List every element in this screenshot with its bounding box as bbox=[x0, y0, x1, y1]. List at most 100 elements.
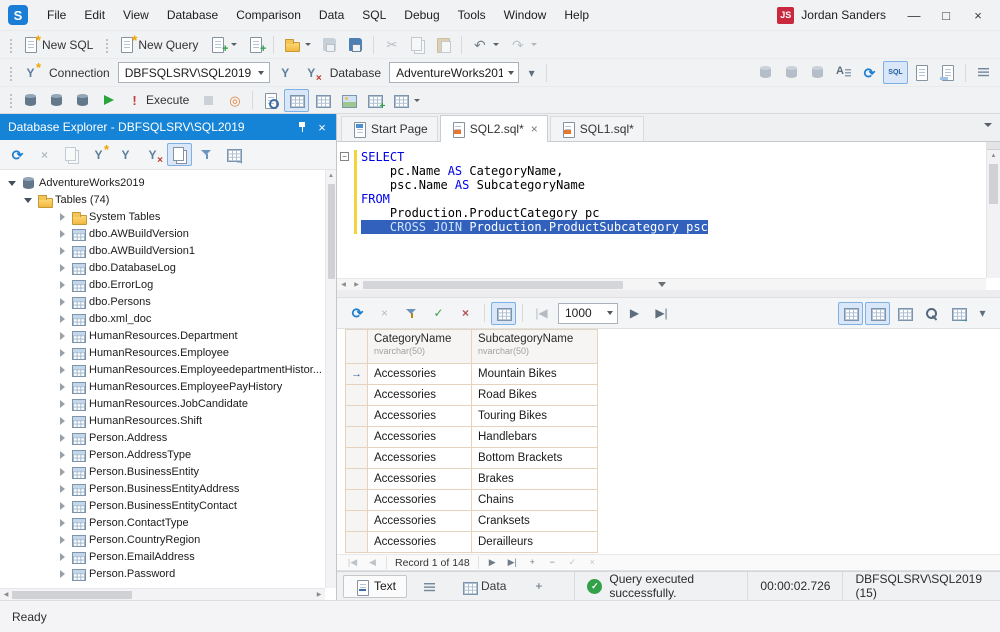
tree-item[interactable]: Person.CountryRegion bbox=[0, 531, 325, 548]
tree-item[interactable]: HumanResources.EmployeedepartmentHistor.… bbox=[0, 361, 325, 378]
paging-mode-button[interactable] bbox=[491, 302, 516, 325]
connection-combo[interactable]: DBFSQLSRV\SQL2019 bbox=[118, 62, 270, 83]
tree-item[interactable]: Person.BusinessEntityContact bbox=[0, 497, 325, 514]
scroll-left-icon[interactable]: ◀ bbox=[337, 279, 350, 291]
expand-arrow-icon[interactable] bbox=[56, 449, 68, 461]
text-tab[interactable]: Text bbox=[343, 575, 407, 598]
results-menu-button[interactable] bbox=[973, 302, 992, 325]
tree-item[interactable]: System Tables bbox=[0, 208, 325, 225]
column-header[interactable]: CategoryNamenvarchar(50) bbox=[368, 330, 472, 364]
editor-horizontal-scrollbar[interactable]: ◀ ▶ bbox=[337, 278, 986, 290]
redo-button[interactable] bbox=[505, 33, 542, 56]
tree-item[interactable]: Person.EmailAddress bbox=[0, 548, 325, 565]
expand-arrow-icon[interactable] bbox=[56, 211, 68, 223]
tree-item[interactable]: HumanResources.EmployeePayHistory bbox=[0, 378, 325, 395]
expand-arrow-icon[interactable] bbox=[56, 500, 68, 512]
recent-databases-button[interactable] bbox=[522, 61, 541, 84]
query-builder-button[interactable] bbox=[70, 89, 95, 112]
tab-close-icon[interactable]: × bbox=[531, 122, 538, 136]
refresh-button[interactable] bbox=[5, 143, 30, 166]
tree-item[interactable]: Person.Address bbox=[0, 429, 325, 446]
pivot-table-button[interactable] bbox=[362, 89, 387, 112]
filter-button[interactable] bbox=[194, 143, 219, 166]
menu-debug[interactable]: Debug bbox=[395, 4, 448, 26]
menu-tools[interactable]: Tools bbox=[449, 4, 495, 26]
clear-filter-button[interactable] bbox=[453, 302, 478, 325]
custom-filter-button[interactable] bbox=[399, 302, 424, 325]
expand-arrow-icon[interactable] bbox=[56, 347, 68, 359]
grid-cell[interactable]: Bottom Brackets bbox=[472, 448, 598, 469]
explorer-horizontal-scrollbar[interactable]: ◀ ▶ bbox=[0, 588, 325, 600]
grid-cell[interactable]: Accessories bbox=[368, 364, 472, 385]
delete-record-button[interactable] bbox=[543, 555, 562, 570]
pin-icon[interactable] bbox=[294, 119, 310, 135]
post-edit-button[interactable] bbox=[563, 555, 582, 570]
cancel-refresh-button[interactable] bbox=[372, 302, 397, 325]
attach-database-button[interactable] bbox=[18, 89, 43, 112]
chevron-down-icon[interactable] bbox=[254, 63, 269, 82]
grid-cell[interactable]: Chains bbox=[472, 490, 598, 511]
scroll-right-icon[interactable]: ▶ bbox=[313, 589, 325, 601]
export-data-button[interactable] bbox=[946, 302, 971, 325]
menu-sql[interactable]: SQL bbox=[353, 4, 395, 26]
expand-arrow-icon[interactable] bbox=[56, 517, 68, 529]
grid-cell[interactable]: Touring Bikes bbox=[472, 406, 598, 427]
tree-item[interactable]: Person.Password bbox=[0, 565, 325, 582]
connect-button[interactable] bbox=[113, 143, 138, 166]
menu-database[interactable]: Database bbox=[158, 4, 227, 26]
database-designer-button[interactable] bbox=[44, 89, 69, 112]
expand-arrow-icon[interactable] bbox=[56, 415, 68, 427]
disconnect-button[interactable] bbox=[140, 143, 165, 166]
tree-item[interactable]: dbo.xml_doc bbox=[0, 310, 325, 327]
grid-row[interactable]: AccessoriesChains bbox=[346, 490, 598, 511]
grid-cell[interactable]: Brakes bbox=[472, 469, 598, 490]
menu-view[interactable]: View bbox=[114, 4, 158, 26]
grid-cell[interactable]: Accessories bbox=[368, 490, 472, 511]
results-pane-button[interactable] bbox=[310, 89, 335, 112]
new-document-button[interactable] bbox=[205, 33, 242, 56]
scroll-up-icon[interactable]: ▲ bbox=[987, 150, 1000, 162]
tree-item[interactable]: dbo.AWBuildVersion1 bbox=[0, 242, 325, 259]
user-badge[interactable]: JS Jordan Sanders bbox=[777, 7, 886, 24]
apply-filter-button[interactable] bbox=[426, 302, 451, 325]
object-details-button[interactable] bbox=[221, 143, 246, 166]
paste-button[interactable] bbox=[431, 33, 456, 56]
sql2-tab[interactable]: SQL2.sql*× bbox=[440, 115, 548, 142]
tree-item[interactable]: AdventureWorks2019 bbox=[0, 174, 325, 191]
split-editor-handle[interactable] bbox=[987, 142, 1000, 150]
menu-window[interactable]: Window bbox=[495, 4, 556, 26]
tree-item[interactable]: HumanResources.Employee bbox=[0, 344, 325, 361]
grid-cell[interactable]: Accessories bbox=[368, 448, 472, 469]
expand-arrow-icon[interactable] bbox=[56, 432, 68, 444]
menu-edit[interactable]: Edit bbox=[75, 4, 114, 26]
tree-item[interactable]: Tables (74) bbox=[0, 191, 325, 208]
refresh-button[interactable] bbox=[857, 61, 882, 84]
menu-help[interactable]: Help bbox=[555, 4, 598, 26]
expand-arrow-icon[interactable] bbox=[56, 534, 68, 546]
scrollbar-thumb[interactable] bbox=[989, 164, 998, 204]
expand-arrow-icon[interactable] bbox=[56, 466, 68, 478]
save-button[interactable] bbox=[317, 33, 342, 56]
new-query-button[interactable]: New Query bbox=[114, 33, 204, 56]
last-record-button[interactable] bbox=[503, 555, 522, 570]
column-header[interactable]: SubcategoryNamenvarchar(50) bbox=[472, 330, 598, 364]
window-layout-button[interactable] bbox=[388, 89, 425, 112]
open-file-button[interactable] bbox=[279, 33, 316, 56]
export-image-button[interactable] bbox=[336, 89, 361, 112]
sql-formatting-button[interactable] bbox=[883, 61, 908, 84]
menu-comparison[interactable]: Comparison bbox=[227, 4, 310, 26]
sync-with-editor-button[interactable] bbox=[167, 143, 192, 166]
menu-data[interactable]: Data bbox=[310, 4, 353, 26]
save-all-button[interactable] bbox=[343, 33, 368, 56]
tree-item[interactable]: Person.ContactType bbox=[0, 514, 325, 531]
schema-compare-button[interactable] bbox=[753, 61, 778, 84]
connect-button[interactable] bbox=[273, 61, 298, 84]
scroll-left-icon[interactable]: ◀ bbox=[0, 589, 12, 601]
query-list-button[interactable] bbox=[971, 61, 996, 84]
search-grid-button[interactable] bbox=[919, 302, 944, 325]
expand-arrow-icon[interactable] bbox=[56, 313, 68, 325]
chevron-down-icon[interactable] bbox=[602, 304, 617, 323]
grid-cell[interactable]: Accessories bbox=[368, 385, 472, 406]
sql-editor[interactable]: − SELECT pc.Name AS CategoryName, psc.Na… bbox=[337, 141, 1000, 290]
expand-arrow-icon[interactable] bbox=[56, 262, 68, 274]
